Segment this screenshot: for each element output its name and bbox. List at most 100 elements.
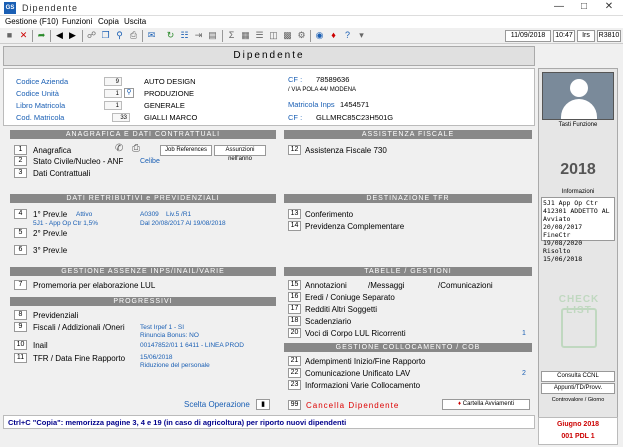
report-icon[interactable]: ☷ <box>179 30 190 41</box>
previdenza-num[interactable]: 14 <box>288 221 301 231</box>
table-icon[interactable]: ◫ <box>268 30 279 41</box>
appunti-button[interactable]: Appunti/TD/Provv. <box>541 383 615 394</box>
codice-azienda-field[interactable]: 9 <box>104 77 122 86</box>
prev2-num[interactable]: 5 <box>14 228 27 238</box>
cancella-dipendente-button[interactable]: Cancella Dipendente <box>306 401 399 410</box>
print-icon[interactable]: ⎙ <box>128 30 139 41</box>
menu-uscita[interactable]: Uscita <box>124 17 146 26</box>
tfr-num[interactable]: 11 <box>14 353 27 363</box>
anagrafica-header: ANAGRAFICA E DATI CONTRATTUALI <box>10 130 276 139</box>
settings-icon[interactable]: ⚙ <box>296 30 307 41</box>
codice-unita-label[interactable]: Codice Unità <box>16 89 59 98</box>
prev2-item[interactable]: 2° Prev.le <box>33 229 67 238</box>
consulta-ccnl-button[interactable]: Consulta CCNL <box>541 371 615 382</box>
libro-matricola-label[interactable]: Libro Matricola <box>16 101 65 110</box>
fiscali-info2: Rinuncia Bonus: NO <box>140 332 199 339</box>
cod-matricola-label[interactable]: Cod. Matricola <box>16 113 64 122</box>
anagrafica-item[interactable]: Anagrafica <box>33 146 71 155</box>
previdenziali-num[interactable]: 8 <box>14 310 27 320</box>
cancel-icon[interactable]: ✕ <box>18 30 29 41</box>
scadenziario-num[interactable]: 18 <box>288 316 301 326</box>
stato-civile-num[interactable]: 2 <box>14 156 27 166</box>
tasti-funzione-label[interactable]: Tasti Funzione <box>539 122 617 128</box>
menu-funzioni[interactable]: Funzioni <box>62 17 92 26</box>
save-icon[interactable]: ■ <box>4 30 15 41</box>
help-icon[interactable]: ? <box>342 30 353 41</box>
prev-icon[interactable]: ◀ <box>54 30 65 41</box>
phone-icon[interactable]: ✆ <box>115 143 123 154</box>
previdenziali-item[interactable]: Previdenziali <box>33 311 78 320</box>
inail-num[interactable]: 10 <box>14 340 27 350</box>
cartella-avviamenti-button[interactable]: ♦ Cartella Avviamenti <box>442 399 530 410</box>
maximize-icon[interactable]: □ <box>573 1 595 12</box>
print-icon[interactable]: ⎙ <box>132 143 140 154</box>
chart-icon[interactable]: ▩ <box>282 30 293 41</box>
attach-icon[interactable]: ☍ <box>86 30 97 41</box>
inail-item[interactable]: Inail <box>33 341 48 350</box>
export-icon[interactable]: ⇥ <box>193 30 204 41</box>
voci-corpo-item[interactable]: Voci di Corpo LUL Ricorrenti <box>305 329 406 338</box>
mail-icon[interactable]: ✉ <box>146 30 157 41</box>
comunicazioni-item[interactable]: /Comunicazioni <box>438 281 493 290</box>
scelta-operazione-input[interactable]: ▮ <box>256 399 270 410</box>
search-icon[interactable]: ⚲ <box>114 30 125 41</box>
eredi-num[interactable]: 16 <box>288 292 301 302</box>
exit-icon[interactable]: ➦ <box>36 30 47 41</box>
assunzioni-button[interactable]: Assunzioni nell'anno <box>214 145 266 162</box>
redditi-item[interactable]: Redditi Altri Soggetti <box>305 305 377 314</box>
prev1-num[interactable]: 4 <box>14 209 27 219</box>
annotazioni-num[interactable]: 15 <box>288 280 301 290</box>
grid-icon[interactable]: ▦ <box>240 30 251 41</box>
voci-corpo-num[interactable]: 20 <box>288 328 301 338</box>
comunicazione-num[interactable]: 22 <box>288 368 301 378</box>
informazioni-item[interactable]: Informazioni Varie Collocamento <box>305 381 420 390</box>
document-icon[interactable]: ▤ <box>207 30 218 41</box>
codice-unita-field[interactable]: 1 <box>104 89 122 98</box>
menu-gestione[interactable]: Gestione (F10) <box>5 17 58 26</box>
cancella-num[interactable]: 99 <box>288 400 301 410</box>
job-references-button[interactable]: Job References <box>160 145 212 156</box>
stato-civile-item[interactable]: Stato Civile/Nucleo - ANF <box>33 157 123 166</box>
codice-azienda-label[interactable]: Codice Azienda <box>16 77 68 86</box>
dati-contrattuali-num[interactable]: 3 <box>14 168 27 178</box>
adempimenti-item[interactable]: Adempimenti Inizio/Fine Rapporto <box>305 357 426 366</box>
informazioni-num[interactable]: 23 <box>288 380 301 390</box>
fiscali-item[interactable]: Fiscali / Addizionali /Oneri <box>33 323 125 332</box>
previdenza-item[interactable]: Previdenza Complementare <box>305 222 404 231</box>
refresh-icon[interactable]: ↻ <box>165 30 176 41</box>
conferimento-num[interactable]: 13 <box>288 209 301 219</box>
copy-icon[interactable]: ❐ <box>100 30 111 41</box>
promemoria-item[interactable]: Promemoria per elaborazione LUL <box>33 281 155 290</box>
cod-matricola-field[interactable]: 33 <box>112 113 130 122</box>
scadenziario-item[interactable]: Scadenziario <box>305 317 351 326</box>
redditi-num[interactable]: 17 <box>288 304 301 314</box>
assistenza-item[interactable]: Assistenza Fiscale 730 <box>305 146 387 155</box>
conferimento-item[interactable]: Conferimento <box>305 210 353 219</box>
dropdown-icon[interactable]: ▾ <box>356 30 367 41</box>
adempimenti-num[interactable]: 21 <box>288 356 301 366</box>
messaggi-item[interactable]: /Messaggi <box>368 281 404 290</box>
globe-icon[interactable]: ◉ <box>314 30 325 41</box>
annotazioni-item[interactable]: Annotazioni <box>305 281 347 290</box>
next-icon[interactable]: ▶ <box>67 30 78 41</box>
prev3-num[interactable]: 6 <box>14 245 27 255</box>
promemoria-num[interactable]: 7 <box>14 280 27 290</box>
dati-contrattuali-item[interactable]: Dati Contrattuali <box>33 169 90 178</box>
fiscali-num[interactable]: 9 <box>14 322 27 332</box>
pdf-icon[interactable]: ♦ <box>328 30 339 41</box>
eredi-item[interactable]: Eredi / Coniuge Separato <box>305 293 395 302</box>
anagrafica-num[interactable]: 1 <box>14 145 27 155</box>
menu-copia[interactable]: Copia <box>98 17 119 26</box>
assistenza-num[interactable]: 12 <box>288 145 301 155</box>
libro-matricola-field[interactable]: 1 <box>104 101 122 110</box>
search-icon[interactable]: ⚲ <box>124 88 134 98</box>
list-icon[interactable]: ☰ <box>254 30 265 41</box>
minimize-icon[interactable]: — <box>548 1 570 12</box>
prev3-item[interactable]: 3° Prev.le <box>33 246 67 255</box>
close-icon[interactable]: ✕ <box>598 1 620 12</box>
comunicazione-item[interactable]: Comunicazione Unificato LAV <box>305 369 410 378</box>
calculator-icon[interactable]: Σ <box>226 30 237 41</box>
tfr-item[interactable]: TFR / Data Fine Rapporto <box>33 354 125 363</box>
prev1-item[interactable]: 1° Prev.le <box>33 210 67 219</box>
checklist-graphic[interactable]: CHECK LIST <box>547 294 611 354</box>
